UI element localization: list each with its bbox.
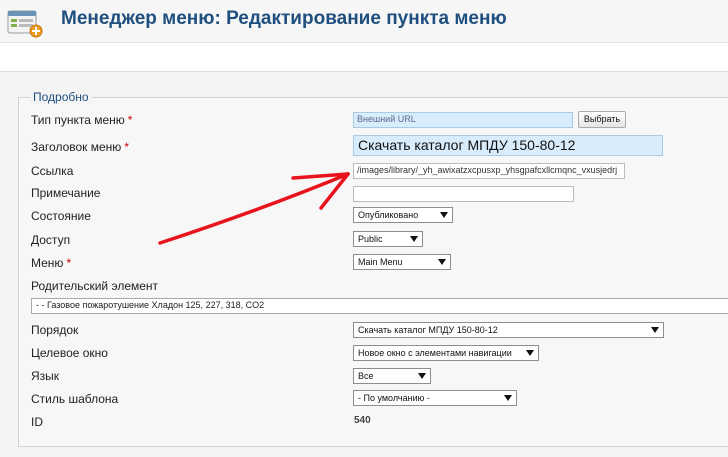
title-label: Заголовок меню * <box>31 140 129 154</box>
template-select[interactable]: - По умолчанию - <box>353 390 517 406</box>
parent-select[interactable]: - - Газовое пожаротушение Хладон 125, 22… <box>31 298 728 314</box>
parent-label: Родительский элемент <box>31 279 159 293</box>
chevron-down-icon <box>440 212 448 218</box>
link-label: Ссылка <box>31 164 74 178</box>
chevron-down-icon <box>410 236 418 242</box>
target-select[interactable]: Новое окно с элементами навигации <box>353 345 539 361</box>
chevron-down-icon <box>651 327 659 333</box>
title-field[interactable]: Скачать каталог МПДУ 150-80-12 <box>353 135 663 156</box>
details-legend: Подробно <box>30 90 92 104</box>
note-field[interactable] <box>353 186 574 202</box>
order-select[interactable]: Скачать каталог МПДУ 150-80-12 <box>353 322 664 338</box>
toolbar-band <box>0 45 728 71</box>
chevron-down-icon <box>526 350 534 356</box>
page-title: Менеджер меню: Редактирование пункта мен… <box>61 8 507 29</box>
state-select[interactable]: Опубликовано <box>353 207 453 223</box>
access-select[interactable]: Public <box>353 231 423 247</box>
id-label: ID <box>31 415 43 429</box>
type-label: Тип пункта меню * <box>31 113 133 127</box>
state-label: Состояние <box>31 209 91 223</box>
select-type-button[interactable]: Выбрать <box>578 111 626 128</box>
chevron-down-icon <box>438 259 446 265</box>
page-header: Менеджер меню: Редактирование пункта мен… <box>0 0 728 43</box>
chevron-down-icon <box>504 395 512 401</box>
access-label: Доступ <box>31 233 71 247</box>
note-label: Примечание <box>31 186 101 200</box>
menu-manager-icon <box>7 10 43 38</box>
menu-select[interactable]: Main Menu <box>353 254 451 270</box>
language-select[interactable]: Все <box>353 368 431 384</box>
template-label: Стиль шаблона <box>31 392 119 406</box>
target-label: Целевое окно <box>31 346 108 360</box>
order-label: Порядок <box>31 323 79 337</box>
type-field[interactable]: Внешний URL <box>353 112 573 128</box>
chevron-down-icon <box>418 373 426 379</box>
language-label: Язык <box>31 369 60 383</box>
link-field[interactable]: /images/library/_yh_awixatzxcpusxp_yhsgp… <box>353 163 625 179</box>
id-value: 540 <box>354 415 371 426</box>
menu-label: Меню * <box>31 256 72 270</box>
